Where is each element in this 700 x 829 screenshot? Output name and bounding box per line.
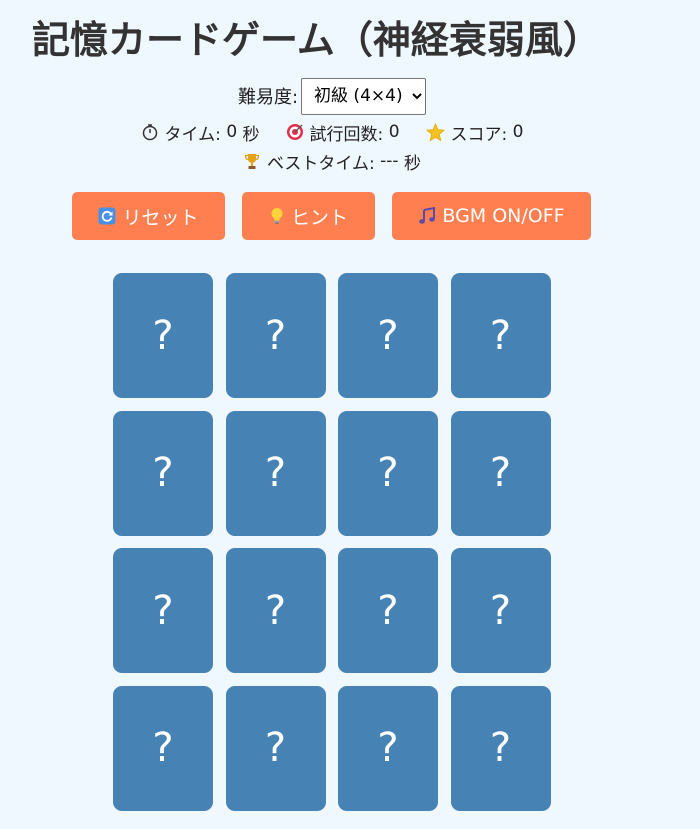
time-value: 0 — [226, 122, 238, 142]
difficulty-select[interactable]: 初級 (4×4) — [301, 77, 427, 115]
refresh-icon — [98, 207, 116, 225]
card[interactable]: ? — [338, 273, 438, 398]
card[interactable]: ? — [113, 685, 213, 811]
attempts-stat: 試行回数: 0 — [286, 120, 400, 145]
page-title: 記憶カードゲーム（神経衰弱風） — [32, 18, 601, 62]
card[interactable]: ? — [338, 410, 438, 536]
card[interactable]: ? — [338, 548, 438, 673]
card[interactable]: ? — [113, 548, 213, 673]
trophy-icon — [244, 154, 260, 169]
card[interactable]: ? — [225, 685, 326, 811]
best-time-row: ベストタイム: --- 秒 — [0, 147, 664, 175]
hint-button[interactable]: ヒント — [242, 192, 375, 240]
lightbulb-icon — [271, 208, 283, 224]
target-icon — [286, 124, 303, 140]
card[interactable]: ? — [113, 410, 213, 536]
star-icon — [425, 122, 445, 141]
bgm-button-label: BGM ON/OFF — [442, 205, 565, 227]
card[interactable]: ? — [225, 273, 326, 398]
reset-button-label: リセット — [122, 206, 199, 229]
best-time-unit: 秒 — [403, 153, 421, 174]
time-label: タイム: — [164, 124, 221, 145]
stats-row: タイム: 0 秒 試行回数: 0 スコア: 0 — [0, 118, 664, 146]
score-value: 0 — [512, 122, 524, 142]
card-board: ? ? ? ? ? ? ? ? ? ? ? ? ? ? ? ? — [113, 273, 551, 811]
card[interactable]: ? — [450, 410, 551, 536]
card[interactable]: ? — [225, 410, 326, 536]
attempts-value: 0 — [388, 122, 400, 142]
best-time-value: --- — [380, 151, 399, 171]
difficulty-label: 難易度: — [237, 87, 299, 108]
score-stat: スコア: 0 — [425, 120, 524, 145]
difficulty-row: 難易度: 初級 (4×4) — [0, 77, 664, 115]
card[interactable]: ? — [225, 548, 326, 673]
score-label: スコア: — [450, 124, 508, 145]
music-note-icon — [419, 207, 436, 224]
best-time-label: ベストタイム: — [267, 153, 375, 174]
card[interactable]: ? — [450, 685, 551, 811]
stopwatch-icon — [142, 124, 157, 141]
card[interactable]: ? — [338, 685, 438, 811]
reset-button[interactable]: リセット — [72, 192, 225, 240]
card[interactable]: ? — [113, 273, 213, 398]
card[interactable]: ? — [450, 273, 551, 398]
controls: リセット ヒント BGM ON/OFF — [72, 192, 591, 240]
bgm-toggle-button[interactable]: BGM ON/OFF — [392, 192, 591, 240]
attempts-label: 試行回数: — [309, 124, 384, 145]
timer-stat: タイム: 0 秒 — [141, 120, 260, 145]
hint-button-label: ヒント — [290, 206, 348, 229]
card[interactable]: ? — [450, 548, 551, 673]
time-unit: 秒 — [242, 124, 260, 145]
